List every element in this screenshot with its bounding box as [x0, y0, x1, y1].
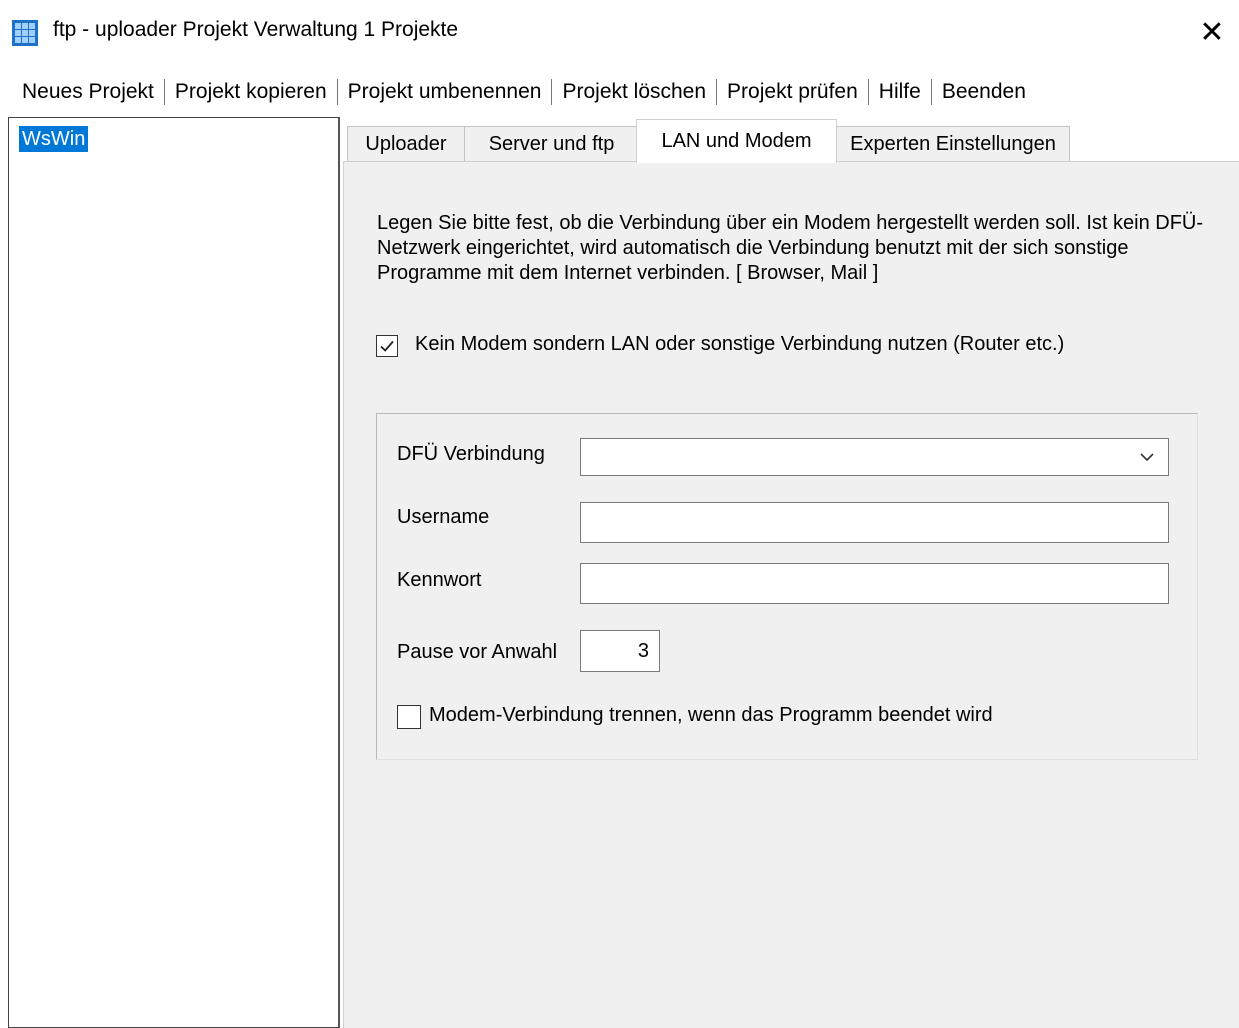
lan-checkbox[interactable]	[376, 335, 398, 357]
password-label: Kennwort	[397, 569, 482, 591]
username-input[interactable]	[580, 502, 1169, 543]
dfu-connection-select[interactable]	[580, 438, 1169, 476]
username-label: Username	[397, 506, 490, 528]
grid-app-icon	[12, 20, 38, 46]
pause-input[interactable]: 3	[580, 630, 660, 672]
tab-lan-und-modem[interactable]: LAN und Modem	[636, 119, 837, 163]
menu-item-hilfe[interactable]: Hilfe	[869, 80, 931, 104]
menu-item-projekt-kopieren[interactable]: Projekt kopieren	[165, 80, 337, 104]
window-title: ftp - uploader Projekt Verwaltung 1 Proj…	[53, 18, 459, 41]
project-list[interactable]: WsWin	[8, 117, 340, 1028]
pause-label: Pause vor Anwahl	[397, 641, 558, 663]
lan-checkbox-label[interactable]: Kein Modem sondern LAN oder sonstige Ver…	[415, 333, 1064, 356]
checkmark-icon	[380, 340, 394, 352]
menu-item-projekt-umbenennen[interactable]: Projekt umbenennen	[338, 80, 552, 104]
tab-server-und-ftp[interactable]: Server und ftp	[464, 126, 639, 162]
password-input[interactable]	[580, 563, 1169, 604]
description-text: Legen Sie bitte fest, ob die Verbindung …	[377, 212, 1204, 284]
tab-uploader[interactable]: Uploader	[347, 126, 465, 162]
tab-experten-einstellungen[interactable]: Experten Einstellungen	[836, 126, 1070, 162]
project-list-item[interactable]: WsWin	[19, 126, 89, 152]
close-button[interactable]: ✕	[1185, 10, 1239, 54]
menu-bar: Neues Projekt Projekt kopieren Projekt u…	[0, 70, 1239, 114]
menu-item-projekt-pruefen[interactable]: Projekt prüfen	[717, 80, 868, 104]
close-icon: ✕	[1199, 15, 1225, 49]
menu-item-neues-projekt[interactable]: Neues Projekt	[12, 80, 164, 104]
dfu-connection-label: DFÜ Verbindung	[397, 443, 545, 465]
modem-disconnect-checkbox[interactable]	[397, 705, 421, 729]
chevron-down-icon	[1140, 453, 1154, 462]
modem-disconnect-label[interactable]: Modem-Verbindung trennen, wenn das Progr…	[429, 704, 993, 727]
menu-item-beenden[interactable]: Beenden	[932, 80, 1036, 104]
menu-item-projekt-loeschen[interactable]: Projekt löschen	[552, 80, 716, 104]
